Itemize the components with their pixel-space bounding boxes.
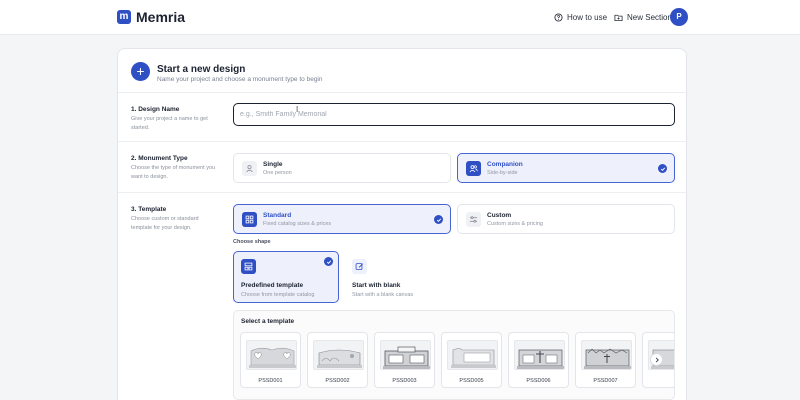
design-name-label: 1. Design Name xyxy=(131,106,180,113)
choose-shape-label: Choose shape xyxy=(233,239,271,245)
template-picker: Select a template PSSD001 PSSD002 PSSD00… xyxy=(233,310,675,400)
monument-option-single[interactable]: Single One person xyxy=(233,153,451,183)
monument-thumbnail xyxy=(246,340,297,370)
template-option-standard[interactable]: Standard Fixed catalog sizes & prices xyxy=(233,204,451,234)
folder-plus-icon xyxy=(614,13,623,22)
new-section-button[interactable]: New Section xyxy=(608,8,678,26)
sliders-icon xyxy=(466,212,481,227)
option-subtitle: Fixed catalog sizes & prices xyxy=(263,221,332,227)
check-icon xyxy=(658,164,667,173)
template-option-custom[interactable]: Custom Custom sizes & pricing xyxy=(457,204,675,234)
monument-type-label: 2. Monument Type xyxy=(131,155,188,162)
top-bar: m Memria How to use New Section P xyxy=(0,0,800,35)
monument-option-companion[interactable]: Companion Side-by-side xyxy=(457,153,675,183)
user-avatar[interactable]: P xyxy=(670,8,688,26)
template-label: 3. Template xyxy=(131,206,167,213)
how-to-use-label: How to use xyxy=(567,12,608,22)
template-tile[interactable]: PSSD001 xyxy=(240,332,301,388)
shape-option-predefined[interactable]: Predefined template Choose from template… xyxy=(233,251,339,303)
divider xyxy=(118,192,688,193)
layout-template-icon xyxy=(241,259,256,274)
check-icon xyxy=(324,257,333,266)
template-tile[interactable]: PSSD002 xyxy=(307,332,368,388)
template-description: Choose custom or standard template for y… xyxy=(131,216,199,231)
template-tile[interactable]: PSSD003 xyxy=(374,332,435,388)
edit-icon xyxy=(352,259,367,274)
monument-thumbnail xyxy=(447,340,498,370)
next-templates-button[interactable] xyxy=(650,353,663,366)
template-tile[interactable]: PSSD007 xyxy=(575,332,636,388)
option-title: Companion xyxy=(487,161,523,168)
template-code: PSSD005 xyxy=(459,378,484,384)
option-title: Custom xyxy=(487,212,512,219)
template-code: PSSD003 xyxy=(392,378,417,384)
template-code: PSSD002 xyxy=(325,378,350,384)
logo-icon[interactable]: m xyxy=(117,10,131,24)
help-circle-icon xyxy=(554,12,563,22)
template-tile[interactable]: PSSD006 xyxy=(508,332,569,388)
plus-icon: + xyxy=(131,62,150,81)
shape-subtitle: Start with a blank canvas xyxy=(352,292,414,298)
check-icon xyxy=(434,215,443,224)
select-template-title: Select a template xyxy=(241,318,295,325)
new-section-label: New Section xyxy=(627,12,672,22)
shape-title: Predefined template xyxy=(241,282,304,289)
shape-subtitle: Choose from template catalog xyxy=(241,292,315,298)
design-name-input[interactable] xyxy=(233,103,675,126)
template-code: PSSD006 xyxy=(526,378,551,384)
grid-icon xyxy=(242,212,257,227)
card-subtitle: Name your project and choose a monument … xyxy=(157,76,323,83)
option-title: Standard xyxy=(263,212,292,219)
divider xyxy=(118,92,688,93)
monument-thumbnail xyxy=(313,340,364,370)
new-design-card: + Start a new design Name your project a… xyxy=(117,48,688,400)
option-subtitle: Side-by-side xyxy=(487,170,518,176)
option-subtitle: Custom sizes & pricing xyxy=(487,221,543,227)
how-to-use-button[interactable]: How to use xyxy=(548,8,613,26)
template-code: PSSD007 xyxy=(593,378,618,384)
users-icon xyxy=(466,161,481,176)
monument-thumbnail xyxy=(380,340,431,370)
shape-option-blank[interactable]: Start with blank Start with a blank canv… xyxy=(344,251,450,303)
template-tile[interactable]: PSSD005 xyxy=(441,332,502,388)
brand-name[interactable]: Memria xyxy=(136,9,185,25)
card-title: Start a new design xyxy=(157,64,246,75)
option-title: Single xyxy=(263,161,283,168)
monument-type-description: Choose the type of monument you want to … xyxy=(131,165,216,180)
monument-thumbnail xyxy=(514,340,565,370)
design-name-description: Give your project a name to get started. xyxy=(131,116,208,131)
shape-title: Start with blank xyxy=(352,282,401,289)
monument-thumbnail xyxy=(581,340,632,370)
option-subtitle: One person xyxy=(263,170,292,176)
divider xyxy=(118,141,688,142)
template-code: PSSD001 xyxy=(258,378,283,384)
chevron-right-icon xyxy=(655,357,659,362)
text-cursor-icon: I xyxy=(296,105,299,114)
user-icon xyxy=(242,161,257,176)
